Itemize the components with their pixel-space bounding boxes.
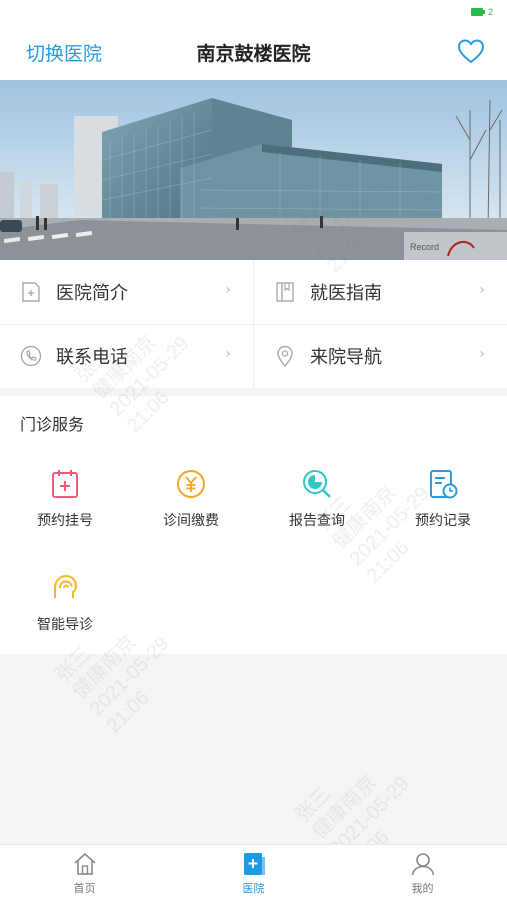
watermark-time: 21:06: [102, 686, 154, 738]
hospital-intro-label: 医院简介: [56, 283, 128, 304]
bottom-tab-bar: 首页 医院 我的: [0, 844, 507, 900]
book-icon: [276, 282, 294, 302]
hospital-banner: Record: [0, 80, 507, 260]
chevron-right-icon: ›: [479, 346, 485, 362]
clinic-payment-button[interactable]: 诊间缴费: [128, 468, 254, 548]
hospital-icon: [243, 853, 265, 875]
medical-guide-label: 就医指南: [310, 283, 382, 304]
hospital-navigation-item[interactable]: 来院导航 ›: [254, 324, 507, 388]
battery-icon: [470, 8, 485, 16]
yuan-coin-icon: [177, 470, 205, 498]
hospital-intro-item[interactable]: 医院简介 ›: [0, 260, 253, 324]
tab-mine-label: 我的: [411, 882, 434, 895]
hospital-navigation-label: 来院导航: [310, 347, 382, 368]
svg-text:Record: Record: [410, 242, 439, 252]
appointment-register-label: 预约挂号: [37, 513, 93, 529]
tab-home[interactable]: 首页: [0, 851, 169, 896]
appointment-record-button[interactable]: 预约记录: [380, 468, 506, 548]
record-clock-icon: [430, 470, 458, 499]
hospital-info-grid: 医院简介 › 就医指南 › 联系电话 › 来院导航 ›: [0, 260, 507, 388]
smart-guide-label: 智能导诊: [37, 617, 93, 633]
user-icon: [411, 853, 434, 876]
status-bar: 2: [0, 0, 507, 24]
nav-bar: 切换医院 南京鼓楼医院: [0, 24, 507, 80]
hospital-building-photo: Record: [0, 80, 507, 260]
tab-mine[interactable]: 我的: [338, 851, 507, 896]
watermark-app: 健康南京: [308, 771, 381, 844]
smart-guide-button[interactable]: 智能导诊: [2, 572, 128, 652]
report-query-button[interactable]: 报告查询: [254, 468, 380, 548]
appointment-record-label: 预约记录: [415, 513, 471, 529]
heart-outline-icon[interactable]: [457, 38, 485, 64]
report-search-icon: [303, 470, 331, 498]
phone-icon: [20, 345, 42, 367]
outpatient-services-section: 门诊服务 预约挂号 诊间缴费 报告查询 预约记录 智能导诊: [0, 396, 507, 654]
watermark-name: 张三: [291, 782, 336, 827]
battery-indicator: 2: [470, 7, 493, 17]
chevron-right-icon: ›: [225, 282, 231, 298]
location-pin-icon: [277, 345, 293, 367]
tab-hospital[interactable]: 医院: [169, 851, 338, 896]
battery-level: 2: [487, 7, 493, 17]
tab-home-label: 首页: [73, 882, 96, 895]
report-query-label: 报告查询: [289, 513, 345, 529]
page-title: 南京鼓楼医院: [196, 43, 311, 65]
contact-phone-item[interactable]: 联系电话 ›: [0, 324, 253, 388]
medical-guide-item[interactable]: 就医指南 ›: [254, 260, 507, 324]
contact-phone-label: 联系电话: [56, 347, 128, 368]
appointment-register-button[interactable]: 预约挂号: [2, 468, 128, 548]
document-plus-icon: [22, 282, 40, 302]
smart-guide-head-icon: [54, 574, 78, 598]
calendar-plus-icon: [52, 470, 78, 498]
home-icon: [73, 852, 96, 875]
section-title: 门诊服务: [20, 415, 85, 434]
tab-hospital-label: 医院: [242, 882, 265, 895]
chevron-right-icon: ›: [225, 346, 231, 362]
chevron-right-icon: ›: [479, 282, 485, 298]
clinic-payment-label: 诊间缴费: [163, 513, 219, 529]
